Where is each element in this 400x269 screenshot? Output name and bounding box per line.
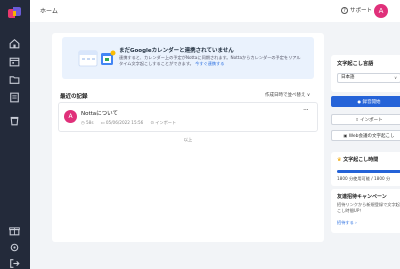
record-meta: ◷ 58s ▭ 05/06/2022 15:56 ⊙ インポート [81,120,176,126]
language-title: 文字起こし言語 [337,61,374,67]
web-meeting-label: Web会議の文字起こし [348,134,395,139]
chevron-down-icon: ∨ [394,75,397,80]
logout-icon[interactable] [8,257,21,269]
crown-icon: ♛ [337,157,342,163]
list-item[interactable]: A Nottaについて ◷ 58s ▭ 05/06/2022 15:56 ⊙ イ… [58,102,318,132]
language-select[interactable]: 日本語 ∨ [337,73,400,83]
gift-icon[interactable] [8,224,21,237]
time-remaining: 1800 分使用可能 / 1800 分 [337,176,391,181]
time-title-label: 文字起こし時間 [343,157,379,163]
avatar: A [64,110,77,123]
source: ⊙ インポート [150,120,177,125]
import-label: インポート [360,118,383,123]
banner-title: まだGoogleカレンダーと連携されていません [119,48,234,54]
record-label: 録音開始 [362,100,381,105]
home-icon[interactable] [8,37,21,50]
list-end-text: 以上 [183,137,193,142]
top-bar: ホーム ? サポート A [30,0,400,22]
breadcrumb: ホーム [40,8,58,15]
main-area: まだGoogleカレンダーと連携されていません 連携すると、カレンダー上の予定が… [30,22,400,269]
language-panel: 文字起こし言語 日本語 ∨ [331,55,400,92]
time-title: ♛ 文字起こし時間 [337,156,378,163]
more-options-icon[interactable]: ··· [303,106,309,114]
web-meeting-button[interactable]: ▣ Web会議の文字起こし [331,130,400,141]
record-button[interactable]: ● 録音開始 [331,96,400,107]
recent-heading: 最近の記録 [60,94,88,100]
invite-link[interactable]: 招待する › [337,220,357,226]
transcript-icon[interactable] [8,91,21,104]
time-progress-fill [337,170,400,173]
calendar-banner: まだGoogleカレンダーと連携されていません 連携すると、カレンダー上の予定が… [62,37,314,79]
calendar-illustration-icon [78,50,116,67]
support-link[interactable]: ? サポート [341,6,372,14]
referral-title: 友達招待キャンペーン [337,194,387,200]
recent-records-card: まだGoogleカレンダーと連携されていません 連携すると、カレンダー上の予定が… [52,33,324,242]
duration: ◷ 58s [81,120,94,125]
calendar-icon[interactable] [8,55,21,68]
video-icon: ▣ [343,133,348,138]
time-progress-bar [337,170,400,173]
created-date: ▭ 05/06/2022 15:56 [100,120,144,125]
user-avatar[interactable]: A [374,4,388,18]
record-title[interactable]: Nottaについて [81,109,118,117]
folder-icon[interactable] [8,73,21,86]
notta-logo[interactable] [8,7,21,18]
referral-panel: 友達招待キャンペーン 招待リンクから新規登録で文字起こし時間UP！ 招待する › [331,189,400,233]
mic-icon: ● [357,99,362,104]
sort-dropdown[interactable]: 作成日時で並べ替え ∨ [265,92,310,98]
sidebar [0,0,30,269]
help-icon: ? [341,6,348,14]
language-value: 日本語 [341,75,355,80]
import-button[interactable]: ⇧ インポート [331,114,400,125]
referral-text: 招待リンクから新規登録で文字起こし時間UP！ [337,202,400,213]
banner-text: 連携すると、カレンダー上の予定がNottaに同期されます。Nottaからカレンダ… [119,55,304,67]
trash-icon[interactable] [8,114,21,127]
transcription-time-panel: ♛ 文字起こし時間 1800 分使用可能 / 1800 分 [331,152,400,186]
connect-calendar-link[interactable]: 今すぐ連携する [195,61,224,66]
upload-icon: ⇧ [355,117,359,122]
settings-icon[interactable] [8,241,21,254]
support-label: サポート [350,8,373,14]
